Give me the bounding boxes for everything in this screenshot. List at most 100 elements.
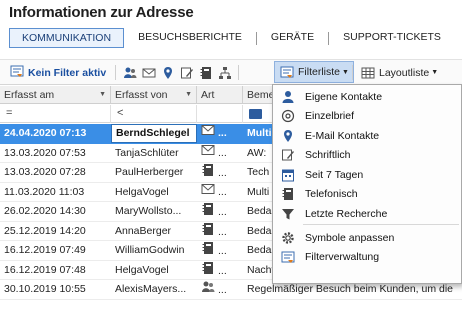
cell-erfasst-von: AnnaBerger (115, 224, 172, 237)
location-filter-button[interactable] (160, 60, 176, 85)
network-icon (217, 65, 233, 81)
cell-erfasst-von: AlexisMayers... (115, 283, 187, 295)
filter-status-label: Kein Filter aktiv (28, 66, 107, 79)
column-header-erfasst-am[interactable]: Erfasst am ▼ (0, 86, 111, 104)
chevron-down-icon[interactable]: ▼ (99, 86, 106, 104)
people-icon (122, 65, 138, 81)
cell-art: ... (197, 202, 243, 221)
menu-item-label: Symbole anpassen (305, 231, 395, 244)
menu-item-label: Telefonisch (305, 188, 358, 201)
cell-erfasst-am: 30.10.2019 10:55 (4, 283, 86, 295)
menu-item-telefonisch[interactable]: Telefonisch (274, 185, 460, 205)
cell-erfasst-am: 25.12.2019 14:20 (4, 224, 86, 237)
menu-item-seit-7-tagen[interactable]: Seit 7 Tagen (274, 165, 460, 185)
menu-item-einzelbrief[interactable]: Einzelbrief (274, 107, 460, 127)
cell-erfasst-von: TanjaSchlüter (115, 146, 179, 159)
calendar-icon (280, 167, 296, 183)
toolbar-divider (115, 65, 116, 80)
email-filter-button[interactable] (141, 60, 157, 85)
cell-art: ... (197, 261, 243, 280)
people-filter-button[interactable] (122, 60, 138, 85)
layoutliste-dropdown[interactable]: Layoutliste ▼ (356, 60, 442, 85)
gear-icon (280, 230, 296, 246)
phone-book-icon (280, 186, 296, 202)
network-filter-button[interactable] (217, 60, 233, 85)
edit-note-icon (280, 147, 296, 163)
filterliste-dropdown[interactable]: Filterliste ▼ (274, 61, 354, 83)
menu-item-label: Schriftlich (305, 149, 351, 162)
cell-overflow-dots: ... (218, 264, 227, 277)
chevron-down-icon: ▼ (431, 69, 439, 76)
tab-kommunikation[interactable]: KOMMUNIKATION (9, 28, 125, 48)
column-header-label: Erfasst am (4, 89, 55, 101)
menu-item-symbole-anpassen[interactable]: Symbole anpassen (274, 228, 460, 248)
filter-operator-erfasst-von[interactable]: < (111, 105, 197, 123)
note-filter-button[interactable] (179, 60, 195, 85)
column-header-label: Art (201, 89, 215, 101)
cell-overflow-dots: ... (218, 146, 227, 159)
email-icon (201, 124, 215, 143)
cell-art: ... (197, 280, 243, 299)
cell-erfasst-am: 13.03.2020 07:53 (4, 146, 86, 159)
cell-overflow-dots: ... (218, 127, 227, 140)
cell-erfasst-am: 24.04.2020 07:13 (4, 127, 87, 139)
filter-operator-erfasst-am[interactable]: = (0, 105, 111, 123)
cell-erfasst-am: 26.02.2020 14:30 (4, 205, 86, 217)
menu-item-e-mail-kontakte[interactable]: E-Mail Kontakte (274, 126, 460, 146)
menu-item-schriftlich[interactable]: Schriftlich (274, 146, 460, 166)
cell-erfasst-von: HelgaVogel (115, 263, 169, 276)
grid-layout-icon (360, 65, 376, 81)
menu-item-label: Seit 7 Tagen (305, 168, 364, 181)
menu-item-label: Einzelbrief (305, 110, 355, 123)
filter-cell-art[interactable] (197, 105, 243, 123)
phone-book-icon (201, 261, 215, 280)
menu-item-filterverwaltung[interactable]: Filterverwaltung (274, 248, 460, 268)
filter-list-icon (279, 64, 295, 80)
tab-geraete[interactable]: GERÄTE (257, 28, 328, 48)
column-header-label: Erfasst von (115, 89, 168, 101)
tab-besuchsberichte[interactable]: BESUCHSBERICHTE (124, 28, 256, 48)
page-title: Informationen zur Adresse (9, 4, 194, 21)
funnel-icon (280, 206, 296, 222)
tab-support-tickets[interactable]: SUPPORT-TICKETS (329, 28, 455, 48)
chevron-down-icon[interactable]: ▼ (185, 86, 192, 104)
person-icon (280, 89, 296, 105)
edit-note-icon (179, 65, 195, 81)
menu-item-label: Eigene Kontakte (305, 90, 383, 103)
cell-erfasst-von: HelgaVogel (115, 185, 169, 198)
phone-filter-button[interactable] (198, 60, 214, 85)
phone-book-icon (198, 65, 214, 81)
cell-erfasst-am: 16.12.2019 07:48 (4, 263, 86, 276)
cell-overflow-dots: ... (218, 185, 227, 198)
filterliste-label: Filterliste (298, 66, 341, 78)
cell-erfasst-am: 13.03.2020 07:28 (4, 166, 86, 178)
toolbar-divider (238, 65, 239, 80)
column-header-erfasst-von[interactable]: Erfasst von ▼ (111, 86, 197, 104)
cell-erfasst-von: BerndSchlegel (111, 124, 197, 143)
phone-book-icon (201, 222, 215, 241)
menu-item-label: Filterverwaltung (305, 251, 380, 264)
menu-item-letzte-recherche[interactable]: Letzte Recherche (274, 204, 460, 224)
text-filter-icon (249, 109, 262, 119)
location-pin-icon (280, 128, 296, 144)
email-icon (201, 183, 215, 202)
cell-erfasst-von: MaryWollsto... (115, 205, 182, 217)
menu-item-eigene-kontakte[interactable]: Eigene Kontakte (274, 87, 460, 107)
at-icon (141, 65, 157, 81)
cell-overflow-dots: ... (218, 245, 227, 258)
column-header-art[interactable]: Art (197, 86, 243, 104)
at-icon (280, 108, 296, 124)
filter-status-button[interactable]: Kein Filter aktiv (10, 60, 106, 85)
people-icon (201, 280, 215, 299)
cell-art: ... (197, 222, 243, 241)
menu-item-label: Letzte Recherche (305, 207, 388, 220)
location-pin-icon (160, 65, 176, 81)
menu-item-label: E-Mail Kontakte (305, 129, 380, 142)
cell-erfasst-am: 11.03.2020 11:03 (4, 185, 85, 198)
cell-overflow-dots: ... (218, 225, 227, 238)
filterliste-menu: Eigene Kontakte Einzelbrief E-Mail Kontakt… (272, 84, 462, 284)
cell-overflow-dots: ... (218, 167, 227, 180)
phone-book-icon (201, 241, 215, 260)
cell-erfasst-am: 16.12.2019 07:49 (4, 244, 86, 256)
cell-art: ... (197, 144, 243, 163)
